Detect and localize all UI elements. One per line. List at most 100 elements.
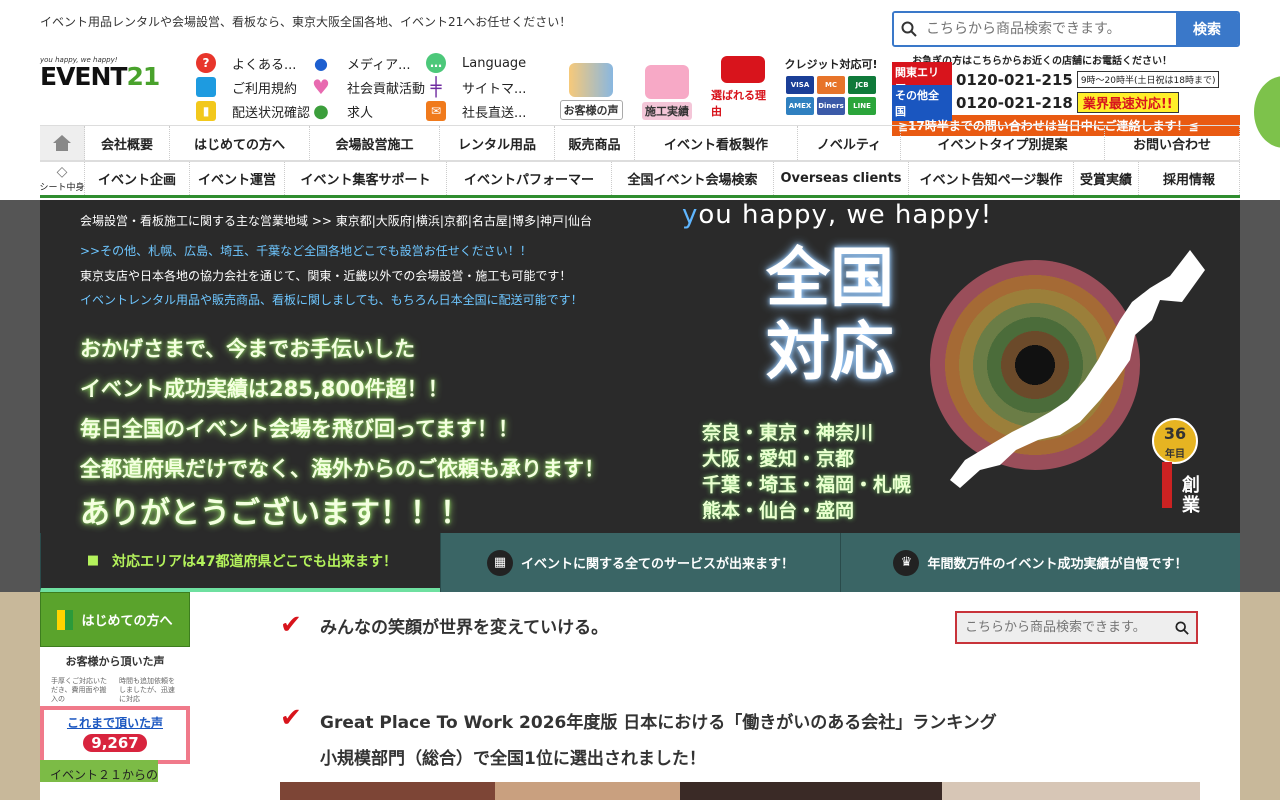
sidebar: はじめての方へ お客様から頂いた声 手厚くご対応いただき、費用面や搬入の 時間も… [40,592,190,800]
nationwide-title: 全国 対応 [766,242,894,390]
search-input[interactable] [924,13,1176,45]
quick-link-media[interactable]: ● メディア... [311,52,426,74]
chat-bubble[interactable] [1254,76,1280,148]
badge-reasons[interactable]: 選ばれる理由 [708,56,778,120]
content-search-input[interactable] [957,613,1168,642]
amex-icon: AMEX [786,97,814,115]
main-nav: 会社概要 はじめての方へ 会場設営施工 レンタル用品 販売商品 イベント看板製作… [40,125,1240,161]
hero-slogan: you happy, we happy! [682,200,993,230]
voices-count-badge: 9,267 [83,734,147,752]
search-icon[interactable] [1168,613,1196,642]
diners-icon: Diners [817,97,845,115]
note-icon [196,77,216,97]
people-icon [569,63,613,97]
quick-link-sitemap[interactable]: ╪ サイトマ... [426,76,536,98]
nav-marketing[interactable]: イベント集客サポート [285,162,447,195]
nav-overseas[interactable]: Overseas clients [774,162,909,195]
sidebar-from-event21[interactable]: イベント２１からの [40,760,159,782]
hero-message-1: おかげさまで、今までお手伝いした [80,337,416,361]
main-heading-smile: ✔ みんなの笑顔が世界を変えていける。 [280,610,609,640]
kanto-phone-link[interactable]: 0120-021-215 [956,71,1073,89]
main-heading-gptw: ✔ Great Place To Work 2026年度版 日本における「働きが… [280,703,997,769]
nav-novelty[interactable]: ノベルティ [798,126,901,160]
hero-line-3: 東京支店や日本各地の協力会社を通じて、関東・近畿以外での会場設営・施工も可能です… [80,269,572,283]
search-button[interactable]: 検索 [1176,13,1238,45]
nav-recruit[interactable]: 採用情報 [1139,162,1240,195]
tag-icon: ◇ [56,164,68,180]
quick-link-faq[interactable]: ? よくある... [196,52,311,74]
hero-banner: 会場設営・看板施工に関する主な営業地域 >> 東京都|大阪府|横浜|京都|名古屋… [0,200,1280,592]
content-search [955,611,1198,644]
checkmark-icon: ✔ [280,610,302,640]
question-icon: ? [196,53,216,73]
person-icon: ● [311,101,331,122]
quick-links: ? よくある... ● メディア... … Language ご利用規約 ♥ 社会貢献活… [196,52,536,122]
award-photo [280,782,1200,800]
header-badges: お客様の声 施工実績 選ばれる理由 [556,56,778,120]
sub-nav: ◇ シート中身 イベント企画 イベント運営 イベント集客サポート イベントパフォ… [40,161,1240,198]
nav-products[interactable]: 販売商品 [555,126,635,160]
nav-first-time[interactable]: はじめての方へ [170,126,310,160]
nav-operation[interactable]: イベント運営 [190,162,285,195]
quick-link-delivery[interactable]: ▮ 配送状況確認 [196,100,311,122]
quick-link-jobs[interactable]: ● 求人 [311,100,426,122]
nav-venue-search[interactable]: 全国イベント会場検索 [612,162,774,195]
quick-link-ceo-mail[interactable]: ✉ 社長直送... [426,100,536,122]
beginner-mark-icon [57,609,74,630]
nav-performers[interactable]: イベントパフォーマー [447,162,612,195]
sidebar-voice-count: これまで頂いた声 9,267 [40,706,190,764]
heart-icon: ♥ [311,76,331,98]
home-icon[interactable] [40,126,85,160]
nav-venue-setup[interactable]: 会場設営施工 [310,126,440,160]
tab-all-services[interactable]: ▦ イベントに関する全てのサービスが出来ます！ [440,533,840,592]
trophy-icon: ♛ [893,549,920,576]
microphone-icon: ● [311,53,331,73]
service-areas: 会場設営・看板施工に関する主な営業地域 >> 東京都|大阪府|横浜|京都|名古屋… [80,214,593,228]
logo-text: EVENT21 [40,62,160,91]
hero-message-3: 毎日全国のイベント会場を飛び回ってます！！ [80,417,519,441]
quick-link-language[interactable]: … Language [426,52,536,74]
nav-announce-page[interactable]: イベント告知ページ製作 [909,162,1074,195]
sidebar-customer-voice[interactable]: お客様から頂いた声 手厚くご対応いただき、費用面や搬入の 時間も追加依頼をしまし… [40,647,190,705]
grid-icon: ▦ [486,549,513,576]
other-phone-link[interactable]: 0120-021-218 [956,94,1073,112]
nav-sheet[interactable]: ◇ シート中身 [40,162,85,195]
hero-line-2: >>その他、札幌、広島、埼玉、千葉など全国各地どこでも設営お任せください！！ [80,244,532,258]
mastercard-icon: MC [817,76,845,94]
nav-company[interactable]: 会社概要 [85,126,170,160]
sidebar-first-time[interactable]: はじめての方へ [40,592,190,647]
jcb-icon: JCB [848,76,876,94]
hero-line-4[interactable]: イベントレンタル用品や販売商品、看板に関しましても、もちろん日本全国に配送可能で… [80,291,583,308]
phone-contact: お急ぎの方はこちらからお近くの店舗にお電話ください！ 関東エリア 0120-02… [892,52,1240,136]
voices-link[interactable]: これまで頂いた声 [44,714,186,731]
search-icon [894,13,924,45]
line-pay-icon: LINE [848,97,876,115]
tv-icon [721,56,765,83]
feature-tabs: ■ 対応エリアは47都道府県どこでも出来ます！ ▦ イベントに関する全てのサービ… [40,533,1240,592]
checkmark-icon: ✔ [280,703,302,733]
city-list: 奈良・東京・神奈川 大阪・愛知・京都 千葉・埼玉・福岡・札幌 熊本・仙台・盛岡 [702,422,912,522]
event21-logo[interactable]: you happy, we happy! EVENT21 [40,56,180,94]
hero-message-5: ありがとうございます！！！ [80,496,470,531]
site-tagline: イベント用品レンタルや会場設営、看板なら、東京大阪全国各地、イベント21へお任せ… [40,15,572,29]
visa-icon: VISA [786,76,814,94]
nav-event-types[interactable]: イベントタイプ別提案 [901,126,1105,160]
quick-link-csr[interactable]: ♥ 社会貢献活動 [311,76,426,98]
truck-icon: ■ [86,553,100,568]
mail-icon: ✉ [426,101,446,121]
badge-customer-voice[interactable]: お客様の声 [556,56,626,120]
quick-link-terms[interactable]: ご利用規約 [196,76,311,98]
credit-card-info: クレジット対応可! VISA MC JCB AMEX Diners LINE [781,56,881,122]
tab-track-record[interactable]: ♛ 年間数万件のイベント成功実績が自慢です！ [840,533,1240,592]
nav-rental[interactable]: レンタル用品 [440,126,555,160]
nav-awards[interactable]: 受賞実績 [1074,162,1139,195]
hero-message-4: 全都道府県だけでなく、海外からのご依頼も承ります！ [80,457,605,481]
nav-planning[interactable]: イベント企画 [85,162,190,195]
badge-results[interactable]: 施工実績 [632,56,702,120]
anniversary-medal: 36 年目 創業 [1152,418,1202,518]
nav-signboards[interactable]: イベント看板製作 [635,126,798,160]
nav-contact[interactable]: お問い合わせ [1105,126,1240,160]
header-search: 検索 [892,11,1240,47]
chat-icon: … [426,53,446,73]
tab-nationwide[interactable]: ■ 対応エリアは47都道府県どこでも出来ます！ [40,533,440,592]
